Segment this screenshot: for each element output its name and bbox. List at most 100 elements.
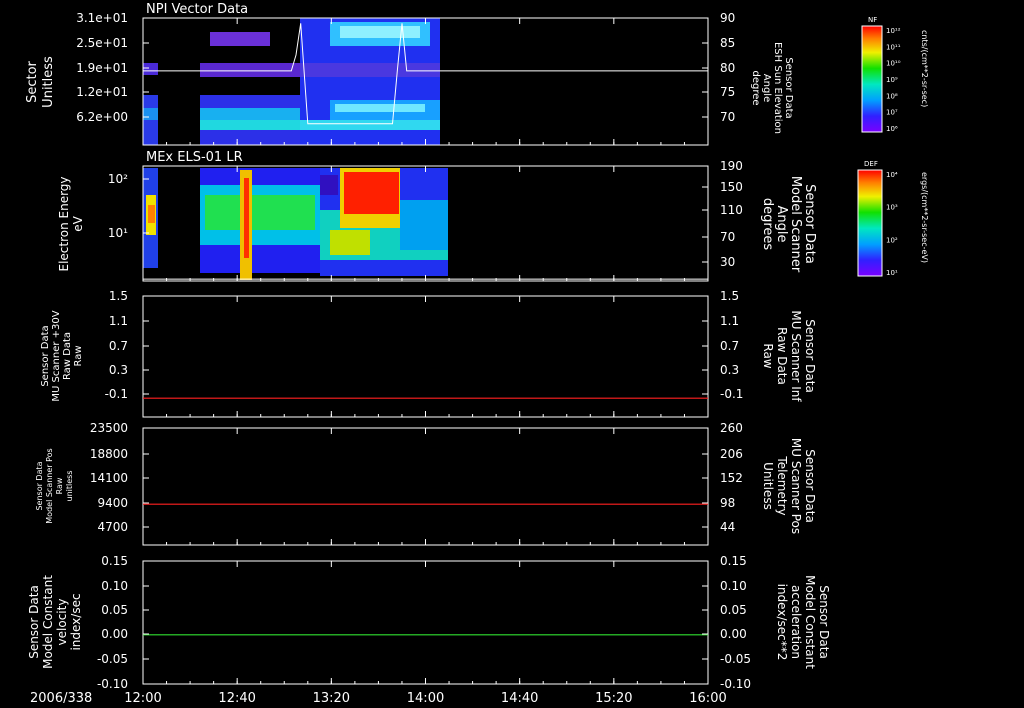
left-tick-label: 18800: [90, 447, 128, 461]
panel-4-left-label-line2: Model Scanner Pos: [45, 448, 54, 523]
x-tick-label: 15:20: [595, 691, 632, 706]
left-tick-label: 1.5: [109, 289, 128, 303]
panel-2-left-label-line2: eV: [71, 215, 85, 231]
right-tick-label: 190: [720, 159, 743, 173]
panel-1-title: NPI Vector Data: [146, 2, 248, 17]
panel-3-left-label-line4: Raw: [73, 345, 84, 366]
right-tick-label: 206: [720, 447, 743, 461]
colorbar-tick-label: 10²: [886, 236, 898, 244]
right-tick-label: 0.7: [720, 339, 739, 353]
right-tick-label: 80: [720, 61, 735, 75]
left-tick-label: 4700: [97, 520, 128, 534]
panel-1-right-label-line4: degree: [750, 70, 761, 105]
right-tick-label: 1.1: [720, 314, 739, 328]
right-tick-label: -0.10: [720, 677, 751, 691]
colorbar-tick-label: 10³: [886, 204, 898, 212]
left-tick-label: 14100: [90, 471, 128, 485]
panel-3-left-label-line1: Sensor Data: [40, 325, 51, 386]
panel-1-heatmap: [143, 18, 440, 145]
left-tick-label: 10¹: [108, 226, 128, 240]
colorbar-tick-label: 10⁸: [886, 92, 898, 100]
x-tick-label: 16:00: [689, 691, 726, 706]
panel-4-left-label: Sensor Data Model Scanner Pos Raw unitle…: [35, 448, 74, 523]
right-tick-label: 0.10: [720, 579, 747, 593]
panel-1-right-label: Sensor Data ESH Sun Elevation Angle degr…: [750, 42, 794, 134]
colorbar-tick-label: 10¹⁰: [886, 60, 901, 68]
panel-3-right-label-line1: Sensor Data: [803, 319, 817, 393]
right-tick-label: 152: [720, 471, 743, 485]
colorbar-def-gradient: [857, 169, 883, 277]
right-tick-label: 0.05: [720, 603, 747, 617]
panel-3-right-label-line3: Raw Data: [775, 327, 789, 385]
left-tick-label: 1.1: [109, 314, 128, 328]
panel-2-right-label-line3: Angle: [774, 206, 789, 243]
panel-4-right-label-line4: Unitless: [761, 462, 775, 510]
left-tick-label: 1.2e+01: [76, 85, 128, 99]
colorbar-nf: NF 10¹² 10¹¹ 10¹⁰ 10⁹ 10⁸ 10⁷ 10⁶ cnts/(cm**2-…: [861, 16, 929, 133]
panel-4-left-label-line4: unitless: [65, 471, 74, 502]
right-tick-label: 0.15: [720, 554, 747, 568]
left-tick-label: 3.1e+01: [76, 11, 128, 25]
left-tick-label: 0.00: [101, 627, 128, 641]
multi-panel-plot: NPI Vector Data MEx ELS-01 LR 3.1e+01 2.5…: [25, 2, 929, 706]
colorbar-tick-label: 10⁴: [886, 171, 898, 179]
right-tick-label: 110: [720, 203, 743, 217]
panel-5-right-label-line1: Sensor Data: [817, 585, 831, 659]
panel-5-left-label-line4: index/sec: [69, 593, 83, 650]
panel-2-right-label: Sensor Data Model Scanner Angle degrees: [760, 176, 817, 273]
panel-3-left-label: Sensor Data MU Scanner +30V Raw Data Raw: [40, 310, 84, 401]
panel-2-left-label-line1: Electron Energy: [57, 176, 71, 271]
panel-4-right-label-line1: Sensor Data: [803, 449, 817, 523]
left-tick-label: 0.15: [101, 554, 128, 568]
colorbar-tick-label: 10¹²: [886, 27, 901, 35]
left-tick-label: -0.1: [105, 387, 128, 401]
panel-5-left-label-line1: Sensor Data: [27, 585, 41, 659]
colorbar-nf-unit: cnts/(cm**2-sr-sec): [920, 30, 929, 107]
left-tick-label: 6.2e+00: [76, 110, 128, 124]
right-tick-label: 70: [720, 110, 735, 124]
left-tick-label: 0.05: [101, 603, 128, 617]
panel-3-left-label-line2: MU Scanner +30V: [51, 310, 62, 401]
panel-1-right-label-line3: Angle: [761, 74, 772, 102]
panel-1-right-label-line1: Sensor Data: [783, 57, 794, 118]
panel-4-left-label-line3: Raw: [55, 477, 64, 494]
right-tick-labels: 90 85 80 75 70 190 150 110 70 30 1.5 1.1 0.7 0.3 -0.1 2…: [702, 11, 751, 691]
panel-2-title: MEx ELS-01 LR: [146, 150, 243, 165]
panel-2-right-label-line2: Model Scanner: [788, 176, 803, 273]
colorbar-def-ticks: 10⁴ 10³ 10² 10¹: [886, 171, 898, 277]
panel-2-heatmap: [143, 168, 448, 280]
right-tick-label: 30: [720, 255, 735, 269]
left-tick-label: 9400: [97, 496, 128, 510]
panel-1-left-label-line2: Unitless: [41, 56, 56, 108]
panel-4-left-label-line1: Sensor Data: [35, 461, 44, 510]
x-tick-label: 13:20: [313, 691, 350, 706]
right-tick-label: 1.5: [720, 289, 739, 303]
right-tick-label: -0.1: [720, 387, 743, 401]
right-tick-label: 0.00: [720, 627, 747, 641]
panel-1-right-label-line2: ESH Sun Elevation: [772, 42, 783, 134]
colorbar-tick-label: 10⁷: [886, 109, 898, 117]
panel-3-right-label: Sensor Data MU Scanner Inf Raw Data Raw: [761, 310, 817, 402]
left-tick-label: 10²: [108, 172, 128, 186]
right-tick-label: 44: [720, 520, 735, 534]
right-tick-label: 90: [720, 11, 735, 25]
colorbar-nf-ticks: 10¹² 10¹¹ 10¹⁰ 10⁹ 10⁸ 10⁷ 10⁶: [886, 27, 901, 133]
left-tick-label: -0.10: [97, 677, 128, 691]
panel-1-left-label: Sector Unitless: [25, 56, 56, 108]
left-tick-labels: 3.1e+01 2.5e+01 1.9e+01 1.2e+01 6.2e+00 10² 10…: [76, 11, 149, 691]
time-axis-labels: 12:00 12:40 13:20 14:00 14:40 15:20 16:00: [124, 691, 726, 706]
right-tick-label: 98: [720, 496, 735, 510]
panel-3-right-label-line4: Raw: [761, 343, 775, 368]
panel-5-right-label-line4: index/sec**2: [775, 584, 789, 661]
colorbar-nf-gradient: [861, 25, 883, 133]
left-tick-label: 2.5e+01: [76, 36, 128, 50]
x-tick-label: 14:00: [407, 691, 444, 706]
left-tick-label: 1.9e+01: [76, 61, 128, 75]
date-label: 2006/338: [30, 691, 92, 706]
panel-4-right-label-line2: MU Scanner Pos: [789, 438, 803, 534]
colorbar-tick-label: 10¹: [886, 269, 898, 277]
panel-4-right-label: Sensor Data MU Scanner Pos Telemetry Uni…: [761, 438, 817, 534]
colorbar-def: DEF 10⁴ 10³ 10² 10¹ ergs/(cm**2-sr-sec-eV): [857, 160, 929, 277]
panel-5-left-label-line3: velocity: [55, 599, 69, 646]
x-tick-label: 14:40: [501, 691, 538, 706]
